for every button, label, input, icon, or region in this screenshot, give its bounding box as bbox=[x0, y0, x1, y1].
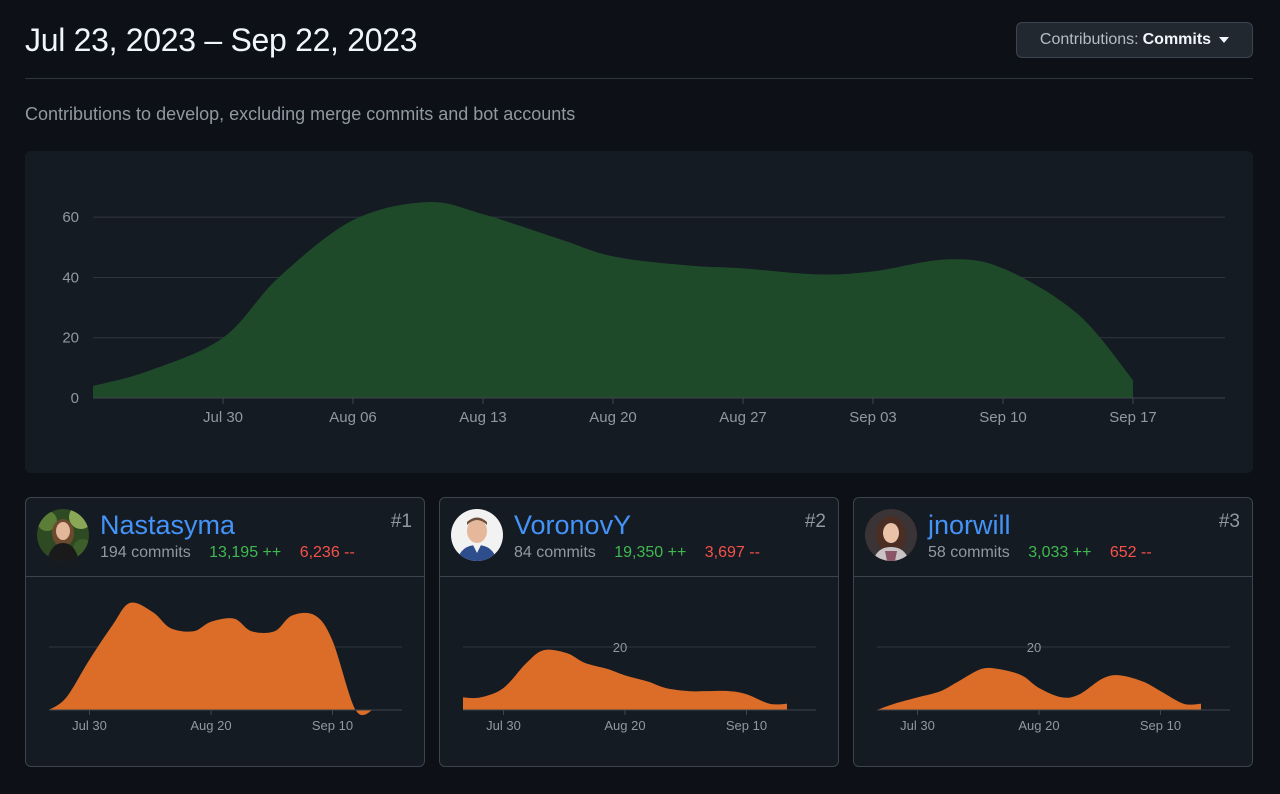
contributor-stats: 58 commits 3,033 ++ 652 -- bbox=[928, 544, 1166, 562]
x-tick-label: Aug 20 bbox=[589, 409, 637, 426]
avatar-photo-icon bbox=[451, 509, 503, 561]
avatar-photo-icon bbox=[865, 509, 917, 561]
x-tick-label: Sep 17 bbox=[1109, 409, 1157, 426]
x-tick-label: Jul 30 bbox=[486, 718, 521, 733]
y-tick-label: 40 bbox=[62, 269, 79, 286]
x-tick-label: Jul 30 bbox=[900, 718, 935, 733]
y-tick-label: 60 bbox=[62, 209, 79, 226]
avatar-photo-icon bbox=[37, 509, 89, 561]
caret-down-icon bbox=[1219, 37, 1230, 43]
main-commits-chart: Jul 30 Aug 06 Aug 13 Aug 20 Aug 27 Sep 03 Sep … bbox=[62, 202, 1225, 426]
commits-count-link[interactable]: 84 commits bbox=[514, 544, 596, 561]
contributor-rank: #1 bbox=[390, 511, 412, 532]
x-tick-label: Aug 13 bbox=[459, 409, 507, 426]
contributor-rank: #2 bbox=[804, 511, 826, 532]
avatar[interactable] bbox=[865, 509, 917, 561]
x-tick-label: Sep 10 bbox=[312, 718, 353, 733]
y-tick-label: 0 bbox=[71, 390, 79, 407]
y-tick-label: 20 bbox=[62, 330, 79, 347]
commits-count-link[interactable]: 194 commits bbox=[100, 544, 191, 561]
contributors-page: Jul 23, 2023 – Sep 22, 2023 Contribution… bbox=[0, 0, 1280, 794]
avatar[interactable] bbox=[451, 509, 503, 561]
page-header: Jul 23, 2023 – Sep 22, 2023 Contribution… bbox=[25, 18, 1253, 79]
date-range-title: Jul 23, 2023 – Sep 22, 2023 bbox=[25, 22, 418, 58]
contributor-commits-chart: Jul 30 Aug 20 Sep 10 20 bbox=[463, 640, 816, 733]
deletions-count: 652 -- bbox=[1109, 544, 1152, 561]
x-tick-label: Jul 30 bbox=[203, 409, 243, 426]
x-tick-label: Aug 06 bbox=[329, 409, 377, 426]
contributor-card-header: jnorwill #3 58 commits 3,033 ++ 652 -- bbox=[854, 498, 1252, 577]
x-tick-label: Sep 10 bbox=[979, 409, 1027, 426]
x-tick-label: Aug 27 bbox=[719, 409, 767, 426]
chart-subtitle: Contributions to develop, excluding merg… bbox=[25, 104, 576, 124]
x-tick-label: Aug 20 bbox=[1018, 718, 1059, 733]
x-tick-label: Aug 20 bbox=[190, 718, 231, 733]
commits-count-link[interactable]: 58 commits bbox=[928, 544, 1010, 561]
y-tick-label: 20 bbox=[1027, 640, 1041, 655]
deletions-count: 3,697 -- bbox=[704, 544, 760, 561]
contributions-value: Commits bbox=[1142, 31, 1212, 48]
x-tick-label: Aug 20 bbox=[604, 718, 645, 733]
contributor-stats: 194 commits 13,195 ++ 6,236 -- bbox=[100, 544, 369, 562]
contributor-rank: #3 bbox=[1218, 511, 1240, 532]
series-area bbox=[49, 602, 373, 716]
contributions-type-dropdown[interactable]: Contributions: Commits bbox=[1016, 22, 1253, 58]
contributor-commits-chart: Jul 30 Aug 20 Sep 10 bbox=[49, 602, 402, 733]
avatar[interactable] bbox=[37, 509, 89, 561]
series-area bbox=[463, 649, 787, 710]
x-tick-label: Sep 10 bbox=[726, 718, 767, 733]
x-tick-label: Sep 10 bbox=[1140, 718, 1181, 733]
y-tick-label: 20 bbox=[613, 640, 627, 655]
contributor-name-link[interactable]: VoronovY bbox=[514, 510, 631, 541]
contributor-name-link[interactable]: jnorwill bbox=[928, 510, 1011, 541]
series-area bbox=[93, 202, 1133, 398]
main-chart-panel: Jul 30 Aug 06 Aug 13 Aug 20 Aug 27 Sep 03 Sep … bbox=[25, 151, 1253, 473]
contributor-name-link[interactable]: Nastasyma bbox=[100, 510, 235, 541]
x-tick-label: Sep 03 bbox=[849, 409, 897, 426]
contributor-card: VoronovY #2 84 commits 19,350 ++ 3,697 -… bbox=[439, 497, 839, 767]
additions-count: 13,195 ++ bbox=[209, 544, 282, 561]
contributor-card: jnorwill #3 58 commits 3,033 ++ 652 -- J… bbox=[853, 497, 1253, 767]
x-tick-label: Jul 30 bbox=[72, 718, 107, 733]
contributor-card-header: VoronovY #2 84 commits 19,350 ++ 3,697 -… bbox=[440, 498, 838, 577]
contributor-card: Nastasyma #1 194 commits 13,195 ++ 6,236… bbox=[25, 497, 425, 767]
series-area bbox=[877, 667, 1201, 710]
additions-count: 3,033 ++ bbox=[1028, 544, 1092, 561]
contributor-commits-chart: Jul 30 Aug 20 Sep 10 20 bbox=[877, 640, 1230, 733]
additions-count: 19,350 ++ bbox=[614, 544, 687, 561]
contributions-label: Contributions: bbox=[1039, 31, 1139, 48]
contributor-stats: 84 commits 19,350 ++ 3,697 -- bbox=[514, 544, 774, 562]
contributor-card-header: Nastasyma #1 194 commits 13,195 ++ 6,236… bbox=[26, 498, 424, 577]
deletions-count: 6,236 -- bbox=[299, 544, 355, 561]
